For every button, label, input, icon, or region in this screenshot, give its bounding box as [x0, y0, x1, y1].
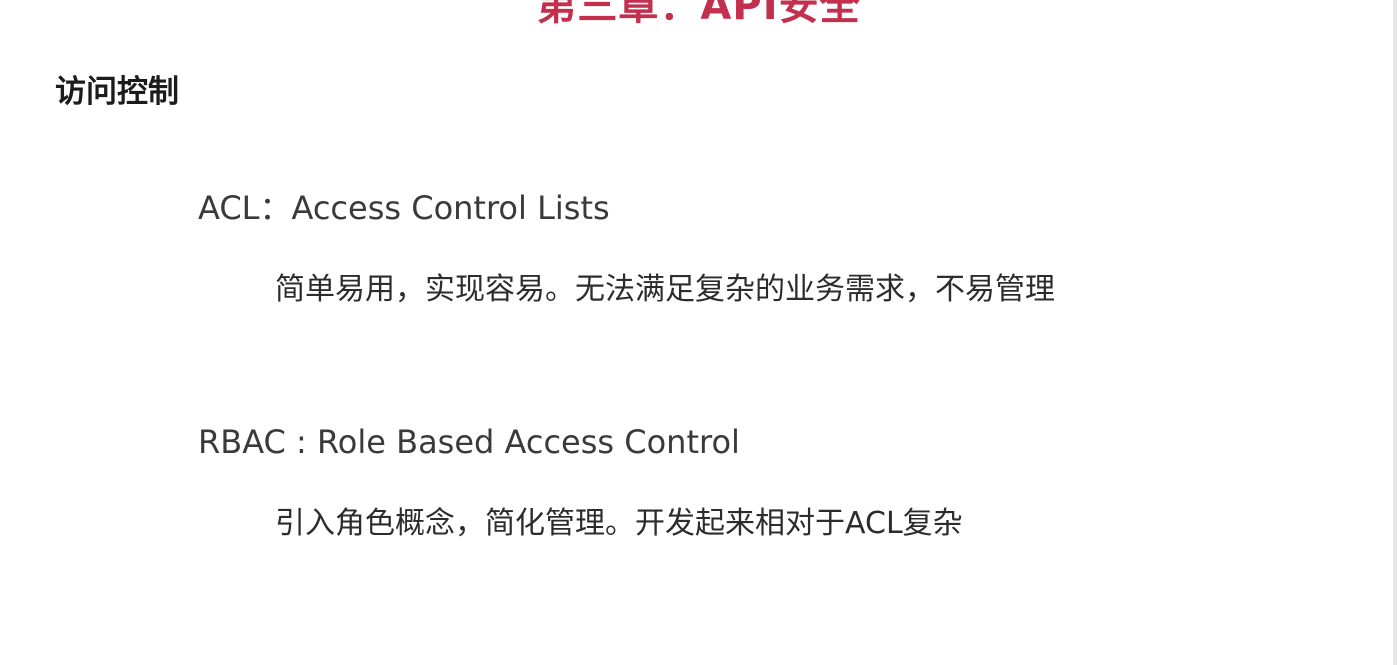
section-heading: 访问控制: [55, 74, 179, 110]
slide-canvas: 第三章：API安全 访问控制 ACL：Access Control Lists …: [0, 0, 1397, 665]
rbac-item-title: RBAC : Role Based Access Control: [198, 423, 740, 461]
acl-item-description: 简单易用，实现容易。无法满足复杂的业务需求，不易管理: [275, 272, 1055, 307]
window-right-edge: [1393, 0, 1397, 665]
chapter-title: 第三章：API安全: [536, 0, 861, 29]
rbac-item-description: 引入角色概念，简化管理。开发起来相对于ACL复杂: [275, 506, 963, 541]
acl-item-title: ACL：Access Control Lists: [198, 189, 610, 227]
